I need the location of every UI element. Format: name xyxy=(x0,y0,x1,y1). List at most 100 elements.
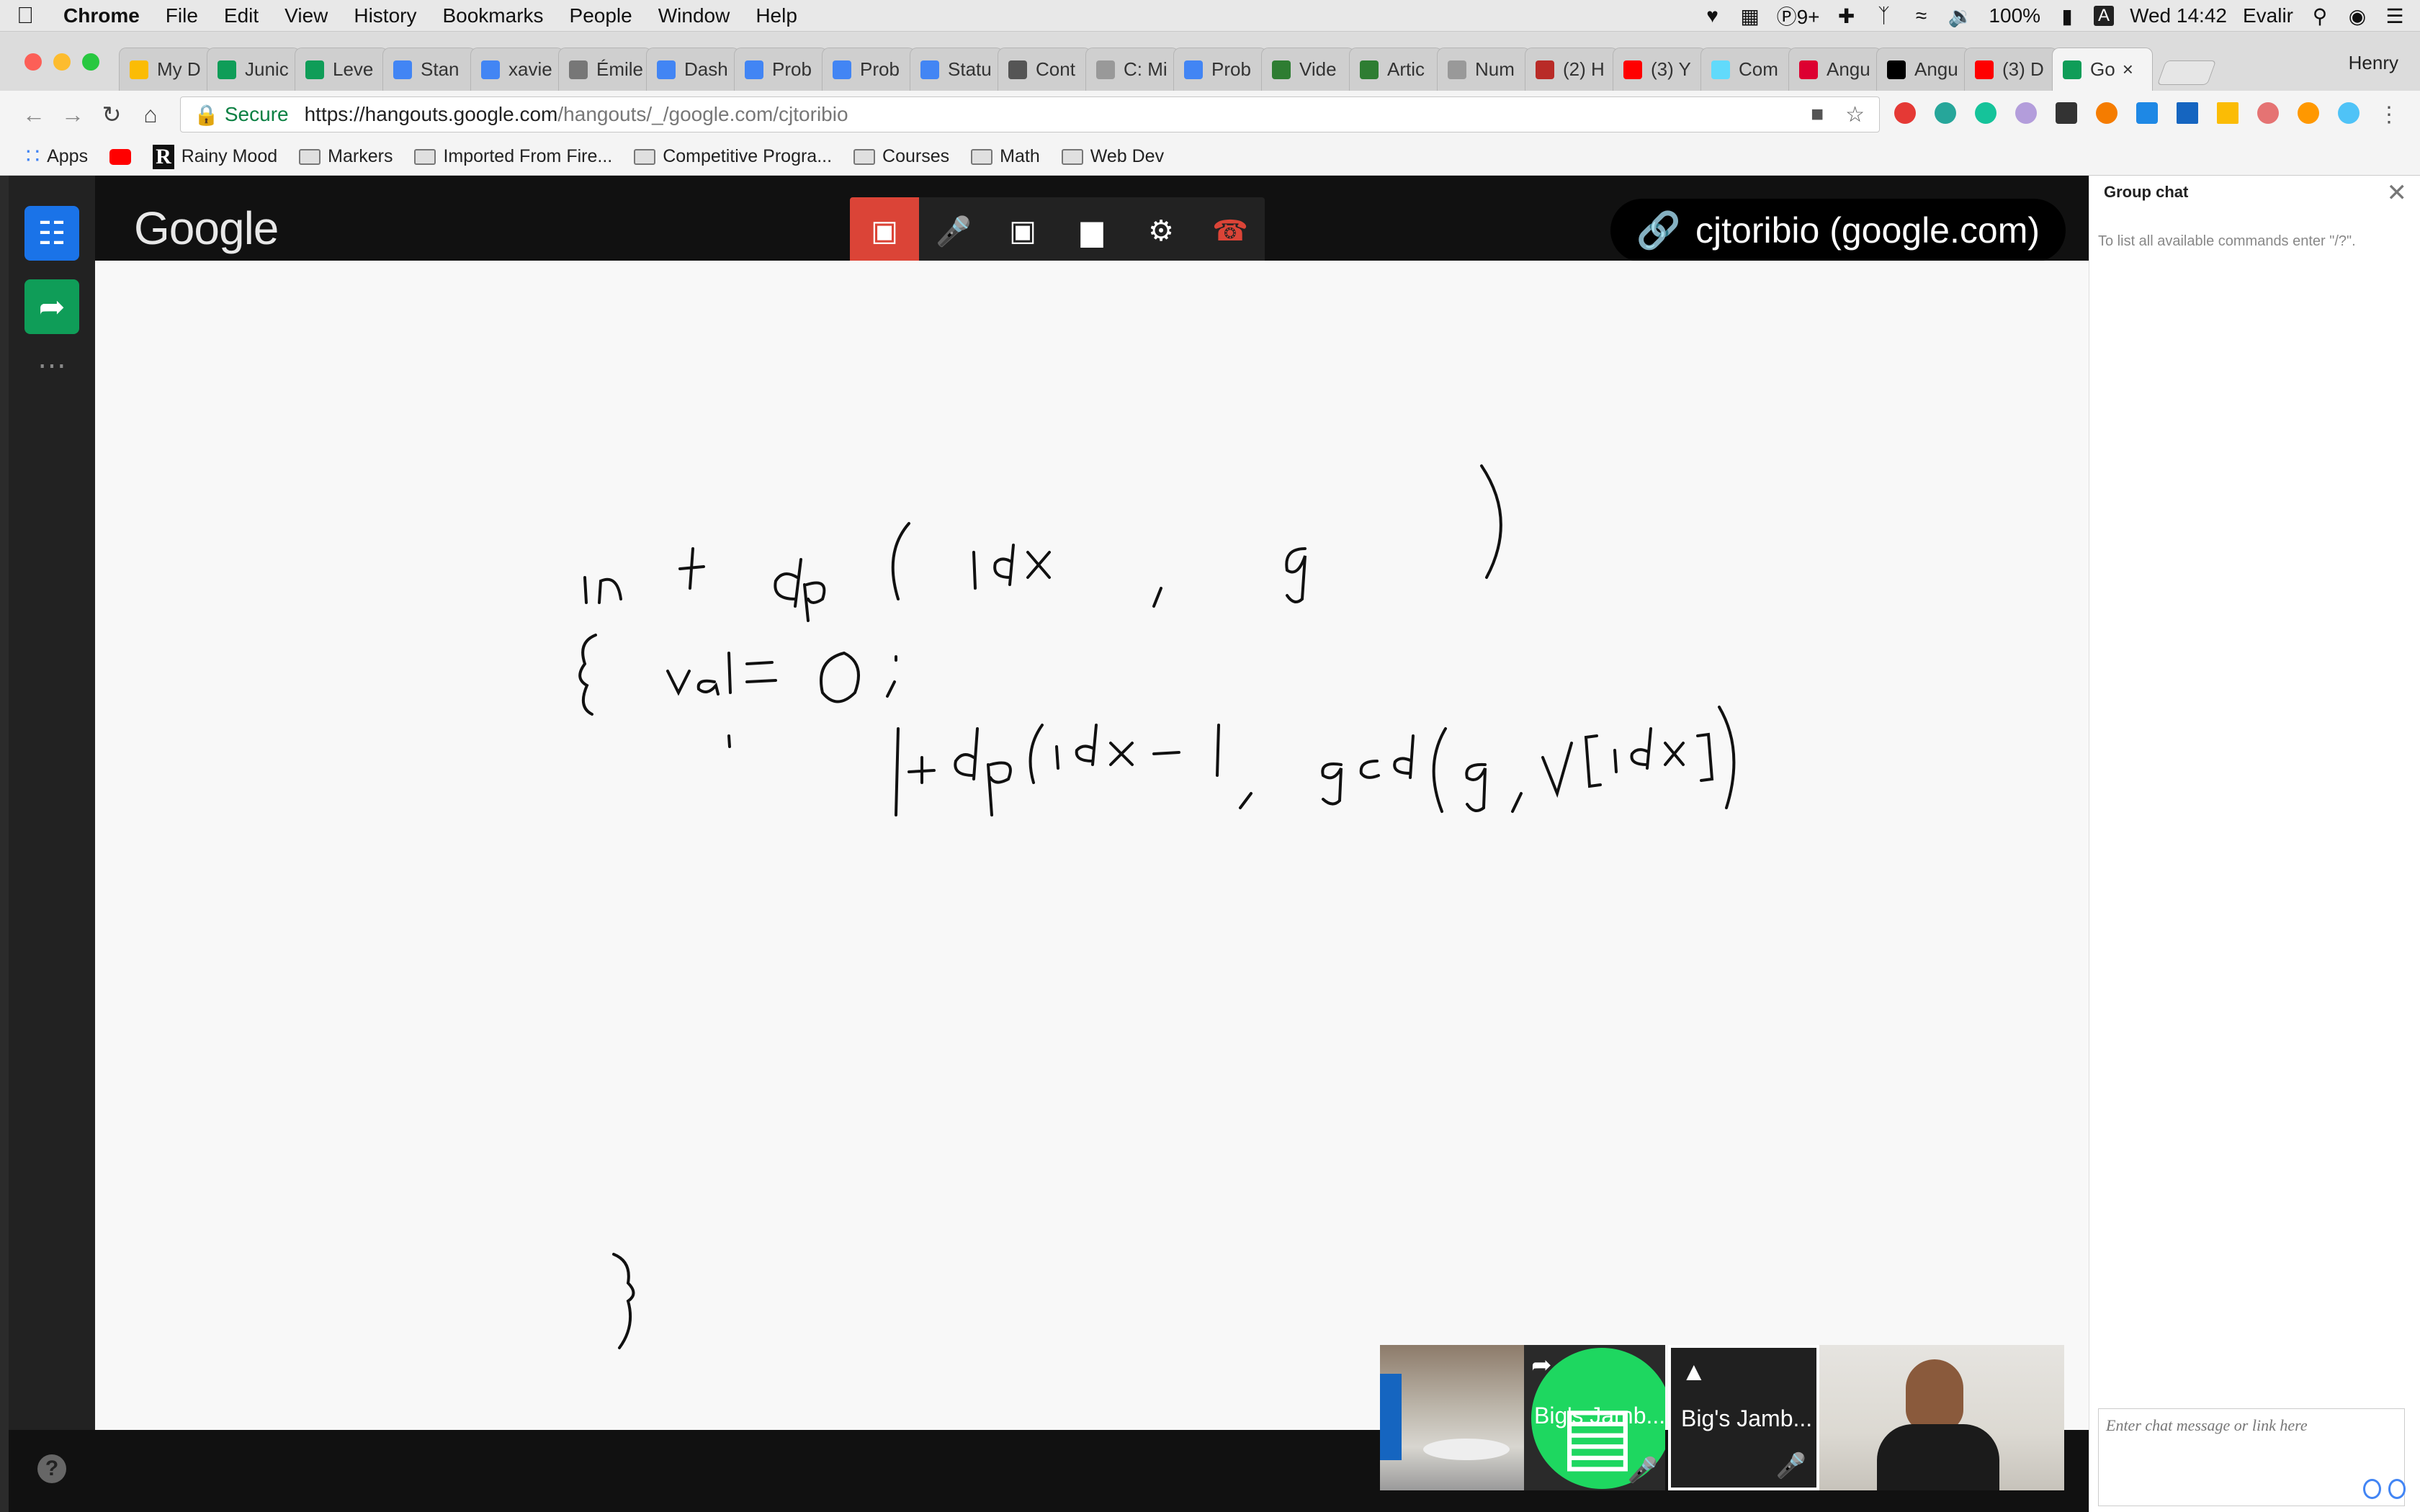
home-button[interactable]: ⌂ xyxy=(131,102,170,128)
spotlight-icon[interactable]: ⚲ xyxy=(2309,4,2331,28)
apple-icon[interactable]:  xyxy=(0,2,50,29)
tab-2[interactable]: Leve xyxy=(295,48,388,91)
menu-window[interactable]: Window xyxy=(645,4,743,27)
bookmark-5[interactable]: Competitive Progra... xyxy=(634,146,832,167)
menu-view[interactable]: View xyxy=(272,4,341,27)
tab-5[interactable]: Émile xyxy=(558,48,652,91)
bookmark-1[interactable] xyxy=(109,148,132,165)
user-name[interactable]: Evalir xyxy=(2243,4,2293,27)
call-link-pill[interactable]: 🔗 cjtoribio (google.com) xyxy=(1610,199,2066,262)
tab-4[interactable]: xavie xyxy=(470,48,564,91)
tab-16[interactable]: (2) H xyxy=(1525,48,1618,91)
pen-extension-icon[interactable] xyxy=(2015,102,2037,124)
participant-tile-room[interactable] xyxy=(1380,1345,1524,1490)
tab-11[interactable]: C: Mi xyxy=(1085,48,1179,91)
tab-10[interactable]: Cont xyxy=(998,48,1091,91)
battery-percent[interactable]: 100% xyxy=(1989,4,2040,27)
participant-tile-person[interactable] xyxy=(1819,1345,2064,1490)
extension-m-icon[interactable] xyxy=(1935,102,1956,124)
siri-icon[interactable]: ◉ xyxy=(2347,4,2368,28)
bookmark-4[interactable]: Imported From Fire... xyxy=(414,146,612,167)
instagram-extension-icon[interactable] xyxy=(2257,102,2279,124)
y-extension-icon[interactable] xyxy=(2177,102,2198,124)
tab-8[interactable]: Prob xyxy=(822,48,915,91)
settings-icon[interactable]: ⚙ xyxy=(1126,197,1196,265)
help-icon[interactable]: ? xyxy=(37,1454,66,1483)
close-tab-icon[interactable]: × xyxy=(2123,58,2133,81)
mic-off-icon[interactable]: 🎤 xyxy=(919,197,988,265)
tab-1[interactable]: Junic xyxy=(207,48,300,91)
image-attach-icon[interactable] xyxy=(2388,1479,2406,1499)
minimize-window-button[interactable] xyxy=(53,53,71,71)
tab-14[interactable]: Artic xyxy=(1349,48,1443,91)
participant-tile-presenting[interactable]: ▤ ➦ Big's Jamb... 🎤 xyxy=(1524,1345,1665,1490)
notification-center-icon[interactable]: ☰ xyxy=(2384,4,2406,28)
menu-people[interactable]: People xyxy=(557,4,645,27)
menu-history[interactable]: History xyxy=(341,4,429,27)
chat-message-input[interactable]: Enter chat message or link here xyxy=(2098,1408,2405,1506)
profile-button[interactable]: Henry xyxy=(2349,52,2398,74)
reload-button[interactable]: ↻ xyxy=(92,101,131,128)
tab-0[interactable]: My D xyxy=(119,48,212,91)
cloud-extension-icon[interactable] xyxy=(2338,102,2360,124)
secure-label[interactable]: Secure xyxy=(225,103,289,126)
emoji-icon[interactable] xyxy=(2363,1479,2381,1499)
tab-18[interactable]: Com xyxy=(1700,48,1794,91)
evernote-icon[interactable]: ♥ xyxy=(1702,4,1724,27)
tab-20[interactable]: Angu xyxy=(1876,48,1970,91)
secure-lock-icon[interactable]: 🔒 xyxy=(194,103,219,127)
chrome-menu-icon[interactable]: ⋮ xyxy=(2378,102,2400,127)
zoom-window-button[interactable] xyxy=(82,53,99,71)
bookmark-6[interactable]: Courses xyxy=(853,146,949,167)
close-window-button[interactable] xyxy=(24,53,42,71)
squirrel-extension-icon[interactable] xyxy=(2298,102,2319,124)
grammarly-icon[interactable] xyxy=(1975,102,1996,124)
screenshare-icon[interactable]: ➦ xyxy=(24,279,79,334)
chat-toggle-icon[interactable]: ☷ xyxy=(24,206,79,261)
menu-edit[interactable]: Edit xyxy=(211,4,272,27)
forward-button[interactable]: → xyxy=(53,102,92,128)
clock[interactable]: Wed 14:42 xyxy=(2130,4,2227,27)
signal-icon[interactable]: ▆ xyxy=(1057,197,1126,265)
more-options-icon[interactable]: ⋯ xyxy=(24,338,79,393)
picture-in-picture-icon[interactable]: ▣ xyxy=(850,197,919,265)
new-tab-button[interactable] xyxy=(2156,60,2217,85)
input-source[interactable]: A xyxy=(2094,6,2115,26)
volume-icon[interactable]: 🔉 xyxy=(1948,4,1973,28)
tab-21[interactable]: (3) D xyxy=(1964,48,2058,91)
tab-6[interactable]: Dash xyxy=(646,48,740,91)
bluetooth-icon[interactable]: ᛉ xyxy=(1873,4,1895,27)
ublock-icon[interactable] xyxy=(1894,102,1916,124)
tab-3[interactable]: Stan xyxy=(382,48,476,91)
pin-extension-icon[interactable] xyxy=(2056,102,2077,124)
bookmark-0[interactable]: ∷ Apps xyxy=(26,144,88,169)
bookmark-star-icon[interactable]: ☆ xyxy=(1845,102,1865,127)
menu-bookmarks[interactable]: Bookmarks xyxy=(429,4,556,27)
grid-icon[interactable]: ▦ xyxy=(1739,4,1761,28)
close-icon[interactable]: ✕ xyxy=(2387,179,2408,207)
bookmark-3[interactable]: Markers xyxy=(299,146,393,167)
camera-permission-icon[interactable]: ■ xyxy=(1811,102,1824,127)
menu-app-chrome[interactable]: Chrome xyxy=(50,4,153,27)
tab-15[interactable]: Num xyxy=(1437,48,1531,91)
pushbullet-icon[interactable]: Ⓟ9+ xyxy=(1777,1,1820,30)
bookmark-7[interactable]: Math xyxy=(971,146,1040,167)
participant-tile-screen[interactable]: ▲ Big's Jamb... 🎤 xyxy=(1668,1345,1819,1490)
tab-12[interactable]: Prob xyxy=(1173,48,1267,91)
back-button[interactable]: ← xyxy=(14,102,53,128)
wifi-icon[interactable]: ≈ xyxy=(1911,4,1932,27)
tab-9[interactable]: Statu xyxy=(910,48,1003,91)
url-text[interactable]: https://hangouts.google.com/hangouts/_/g… xyxy=(305,103,848,126)
address-bar[interactable]: 🔒 Secure https://hangouts.google.com/han… xyxy=(180,96,1880,132)
camera-off-icon[interactable]: ▣ xyxy=(988,197,1057,265)
menu-help[interactable]: Help xyxy=(743,4,810,27)
tab-19[interactable]: Angu xyxy=(1788,48,1882,91)
menu-file[interactable]: File xyxy=(153,4,211,27)
bookmark-8[interactable]: Web Dev xyxy=(1061,146,1164,167)
tab-22[interactable]: Go × xyxy=(2052,48,2153,91)
hang-up-icon[interactable]: ☎ xyxy=(1196,197,1265,265)
bookmark-2[interactable]: R Rainy Mood xyxy=(153,144,277,169)
chart-extension-icon[interactable] xyxy=(2217,102,2238,124)
tab-7[interactable]: Prob xyxy=(734,48,828,91)
calendar-extension-icon[interactable] xyxy=(2136,102,2158,124)
